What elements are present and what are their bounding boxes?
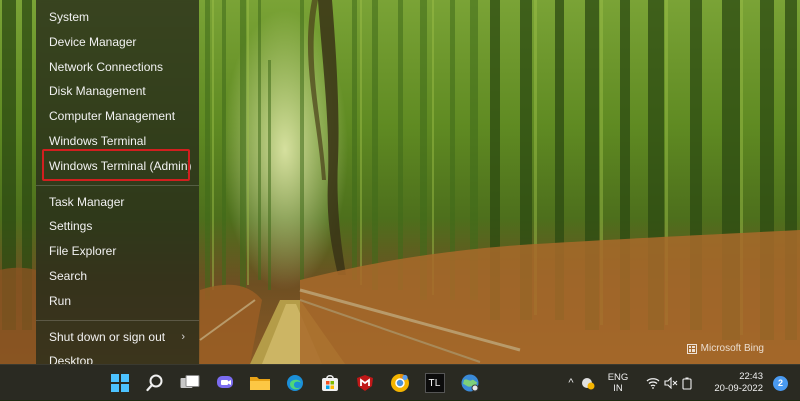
file-explorer-button[interactable] [244,368,275,398]
shield-warning-icon [582,378,595,390]
menu-separator [36,319,199,321]
mcafee-button[interactable] [349,368,380,398]
terminal-button[interactable]: TL [419,368,450,398]
menu-item-label: System [49,10,90,24]
taskbar-apps: TL [104,365,485,401]
menu-item-system[interactable]: System [36,5,199,30]
menu-item-shut-down[interactable]: Shut down or sign out › [36,325,199,350]
file-explorer-icon [249,377,270,390]
notification-badge[interactable]: 2 [773,375,788,391]
mcafee-icon [356,375,373,391]
menu-item-disk-management[interactable]: Disk Management [36,79,199,104]
clock[interactable]: 22:43 20-09-2022 [703,371,763,395]
menu-item-file-explorer[interactable]: File Explorer [36,239,199,264]
menu-item-computer-management[interactable]: Computer Management [36,104,199,129]
search-icon [145,374,162,392]
search-button[interactable] [139,368,170,398]
network-globe-icon [461,374,478,392]
menu-item-label: Run [49,293,72,308]
menu-item-label: Search [49,268,88,283]
menu-item-label: Shut down or sign out [49,329,166,344]
network-globe-button[interactable] [454,368,485,398]
chrome-canary-button[interactable] [384,368,415,398]
menu-item-label: Task Manager [49,194,125,209]
bing-watermark: Microsoft Bing [686,343,764,354]
notification-count: 2 [777,378,783,388]
edge-button[interactable] [279,368,310,398]
language-code: ENG [607,372,629,383]
menu-item-windows-terminal[interactable]: Windows Terminal [36,129,199,154]
menu-item-label: Windows Terminal (Admin) [49,158,192,173]
menu-separator [36,184,199,186]
watermark-text: Microsoft Bing [700,343,764,354]
menu-item-label: Settings [49,219,93,234]
start-icon [110,374,129,392]
clock-date: 20-09-2022 [714,383,763,394]
store-button[interactable] [314,368,345,398]
edge-icon [286,375,303,391]
chat-button[interactable] [209,368,240,398]
store-icon [321,375,338,391]
taskbar: TL ^ ENG IN 22:43 20-09-2022 2 [0,364,800,400]
tray-overflow-button[interactable]: ^ [563,377,579,389]
menu-item-label: Computer Management [49,109,176,124]
task-view-icon [180,375,199,388]
menu-item-task-manager[interactable]: Task Manager [36,190,199,215]
wifi-icon [646,378,660,389]
menu-item-search[interactable]: Search [36,264,199,289]
task-view-button[interactable] [174,368,205,398]
bing-logo-icon [686,343,697,354]
menu-item-label: Disk Management [49,84,146,99]
terminal-icon: TL [424,373,445,393]
menu-item-label: Network Connections [49,59,164,74]
volume-button[interactable] [663,377,679,389]
menu-item-settings[interactable]: Settings [36,214,199,239]
battery-icon [682,377,692,390]
terminal-icon-text: TL [428,377,441,389]
chevron-right-icon: › [181,330,185,343]
tray-app-button[interactable] [579,376,597,390]
menu-item-device-manager[interactable]: Device Manager [36,30,199,55]
menu-item-label: Windows Terminal [49,133,147,148]
menu-item-label: Device Manager [49,34,137,49]
system-tray: ^ ENG IN 22:43 20-09-2022 2 [563,365,800,401]
volume-muted-icon [664,377,678,389]
clock-time: 22:43 [739,371,763,382]
menu-item-run[interactable]: Run [36,289,199,314]
wifi-button[interactable] [643,377,663,389]
language-indicator[interactable]: ENG IN [603,372,633,394]
battery-button[interactable] [679,377,695,390]
menu-item-windows-terminal-admin[interactable]: Windows Terminal (Admin) [36,154,199,179]
chevron-up-icon: ^ [568,377,574,389]
menu-item-network-connections[interactable]: Network Connections [36,55,199,80]
start-button[interactable] [104,368,135,398]
menu-item-label: File Explorer [49,244,117,259]
language-region: IN [613,383,623,394]
chat-icon [216,376,233,388]
winx-context-menu: System Device Manager Network Connection… [36,0,199,368]
chrome-canary-icon [390,374,409,392]
